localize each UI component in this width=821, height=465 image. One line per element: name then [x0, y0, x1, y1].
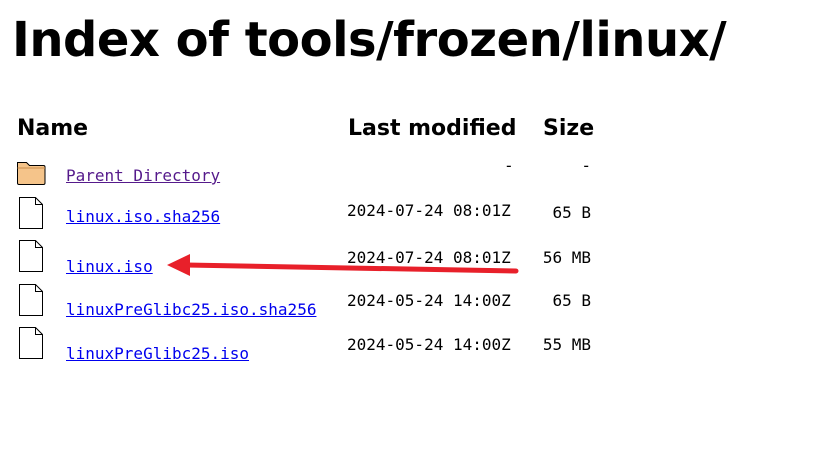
list-item-linuxpreglibc25-iso-sha256: linuxPreGlibc25.iso.sha256 2024-05-24 14…: [0, 284, 821, 328]
last-modified-value: 2024-07-24 08:01Z: [347, 248, 511, 267]
list-item-parent-directory: Parent Directory - -: [0, 156, 821, 200]
file-icon: [19, 327, 43, 359]
file-link-linuxpreglibc25-iso-sha256[interactable]: linuxPreGlibc25.iso.sha256: [66, 300, 316, 320]
size-value: -: [581, 156, 591, 175]
last-modified-value: 2024-05-24 14:00Z: [347, 335, 511, 354]
last-modified-value: 2024-05-24 14:00Z: [347, 291, 511, 310]
column-header-size[interactable]: Size: [543, 115, 594, 143]
file-icon: [19, 197, 43, 229]
column-header-last-modified[interactable]: Last modified: [348, 115, 516, 143]
size-value: 65 B: [552, 203, 591, 222]
parent-directory-link[interactable]: Parent Directory: [66, 166, 220, 186]
list-item-linux-iso: linux.iso 2024-07-24 08:01Z 56 MB: [0, 240, 821, 284]
last-modified-value: -: [504, 156, 514, 175]
last-modified-value: 2024-07-24 08:01Z: [347, 201, 511, 220]
folder-icon: [17, 162, 46, 185]
file-icon: [19, 284, 43, 316]
size-value: 65 B: [552, 291, 591, 310]
directory-listing: Name Last modified Size Parent Directory…: [0, 0, 821, 465]
size-value: 55 MB: [542, 335, 591, 354]
file-link-linux-iso-sha256[interactable]: linux.iso.sha256: [66, 207, 220, 227]
list-item-linux-iso-sha256: linux.iso.sha256 2024-07-24 08:01Z 65 B: [0, 197, 821, 241]
file-link-linuxpreglibc25-iso[interactable]: linuxPreGlibc25.iso: [66, 344, 249, 364]
file-icon: [19, 240, 43, 272]
list-item-linuxpreglibc25-iso: linuxPreGlibc25.iso 2024-05-24 14:00Z 55…: [0, 327, 821, 371]
file-link-linux-iso[interactable]: linux.iso: [66, 257, 153, 277]
column-header-name[interactable]: Name: [17, 115, 88, 143]
size-value: 56 MB: [542, 248, 591, 267]
